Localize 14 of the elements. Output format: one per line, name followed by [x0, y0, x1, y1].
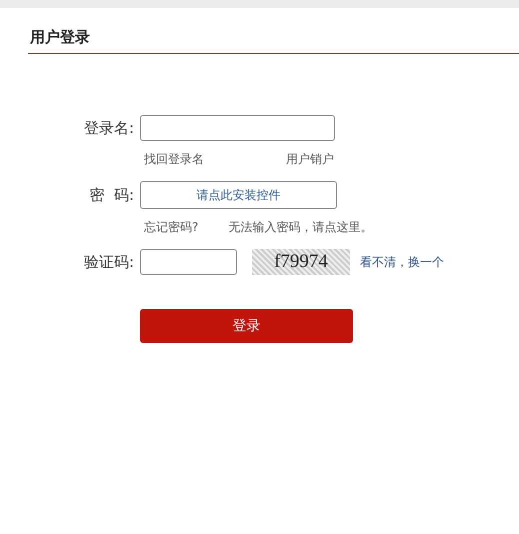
refresh-captcha-link[interactable]: 看不清，换一个	[360, 254, 444, 270]
input-field[interactable]	[140, 249, 237, 275]
page-title: 用户登录	[30, 27, 91, 47]
help-link[interactable]: 无法输入密码，请点这里。	[224, 219, 372, 235]
help-link[interactable]: 忘记密码?	[140, 219, 198, 235]
help-link[interactable]: 用户销户	[282, 151, 334, 167]
field-label: 密 码:	[88, 185, 135, 206]
captcha-image: f79974	[252, 249, 350, 275]
login-button[interactable]: 登录	[140, 309, 353, 343]
input-field[interactable]	[140, 115, 335, 141]
help-link[interactable]: 找回登录名	[140, 151, 204, 167]
field-label: 验证码:	[82, 252, 135, 273]
install-plugin-button[interactable]: 请点此安装控件	[140, 181, 337, 209]
field-label: 登录名:	[82, 118, 135, 139]
